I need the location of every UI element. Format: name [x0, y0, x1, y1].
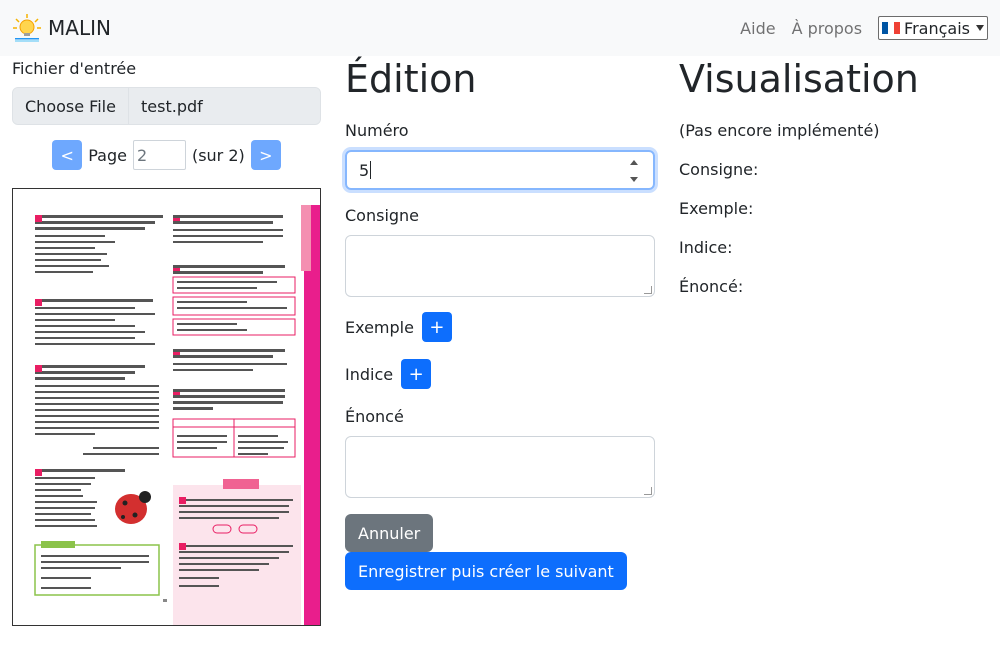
cancel-button[interactable]: Annuler: [345, 514, 434, 552]
spinner-down-icon[interactable]: [630, 177, 638, 182]
indice-row: Indice +: [345, 359, 655, 389]
enonce-label: Énoncé: [345, 407, 404, 426]
edition-title: Édition: [345, 57, 477, 101]
vis-consigne-label: Consigne:: [679, 160, 759, 179]
vis-enonce-label: Énoncé:: [679, 277, 744, 296]
pdf-page-preview: [12, 188, 321, 626]
chevron-down-icon: [976, 25, 984, 31]
enonce-textarea[interactable]: [345, 436, 655, 498]
pager: < Page 2 (sur 2) >: [12, 140, 321, 170]
nav-link-a-propos[interactable]: À propos: [792, 19, 862, 38]
save-and-next-button[interactable]: Enregistrer puis créer le suivant: [345, 552, 627, 590]
next-page-button[interactable]: >: [250, 140, 281, 170]
indice-label: Indice: [345, 364, 394, 384]
consigne-label: Consigne: [345, 206, 420, 225]
file-input-label: Fichier d'entrée: [12, 59, 137, 78]
language-select[interactable]: Français: [878, 16, 988, 40]
file-input[interactable]: Choose File test.pdf: [12, 87, 321, 125]
textbook-page-image: [13, 189, 320, 625]
vis-exemple-label: Exemple:: [679, 199, 754, 218]
brand-name: MALIN: [48, 16, 111, 40]
numero-label: Numéro: [345, 121, 409, 140]
page-number-input[interactable]: 2: [132, 140, 186, 170]
vis-indice-label: Indice:: [679, 238, 733, 257]
edition-panel: Édition Numéro 5 Consigne Exemple + Indi…: [345, 56, 655, 590]
previous-page-button[interactable]: <: [52, 140, 83, 170]
add-indice-button[interactable]: +: [401, 359, 432, 389]
resize-handle-icon[interactable]: [644, 487, 652, 495]
numero-value: 5: [359, 160, 370, 180]
exemple-label: Exemple: [345, 317, 414, 337]
numero-input[interactable]: 5: [345, 150, 655, 190]
nav-link-aide[interactable]: Aide: [740, 19, 775, 38]
visualisation-title: Visualisation: [679, 57, 919, 101]
text-cursor: [370, 161, 372, 179]
add-exemple-button[interactable]: +: [421, 312, 452, 342]
file-name: test.pdf: [129, 88, 320, 124]
page-label: Page: [88, 145, 127, 165]
language-value: Français: [904, 18, 970, 38]
page-total: (sur 2): [191, 145, 245, 165]
number-spinner[interactable]: [627, 160, 641, 182]
visualisation-note: (Pas encore implémenté): [679, 121, 880, 140]
spinner-up-icon[interactable]: [630, 160, 638, 165]
lightbulb-logo-icon: [13, 14, 41, 42]
french-flag-icon: [882, 22, 901, 34]
resize-handle-icon[interactable]: [644, 286, 652, 294]
exemple-row: Exemple +: [345, 312, 655, 342]
input-panel: Fichier d'entrée Choose File test.pdf < …: [12, 56, 321, 626]
visualisation-panel: Visualisation (Pas encore implémenté) Co…: [679, 56, 989, 296]
navbar: MALIN Aide À propos Français: [0, 0, 1000, 56]
choose-file-button[interactable]: Choose File: [13, 88, 129, 124]
consigne-textarea[interactable]: [345, 235, 655, 297]
brand[interactable]: MALIN: [12, 13, 111, 43]
